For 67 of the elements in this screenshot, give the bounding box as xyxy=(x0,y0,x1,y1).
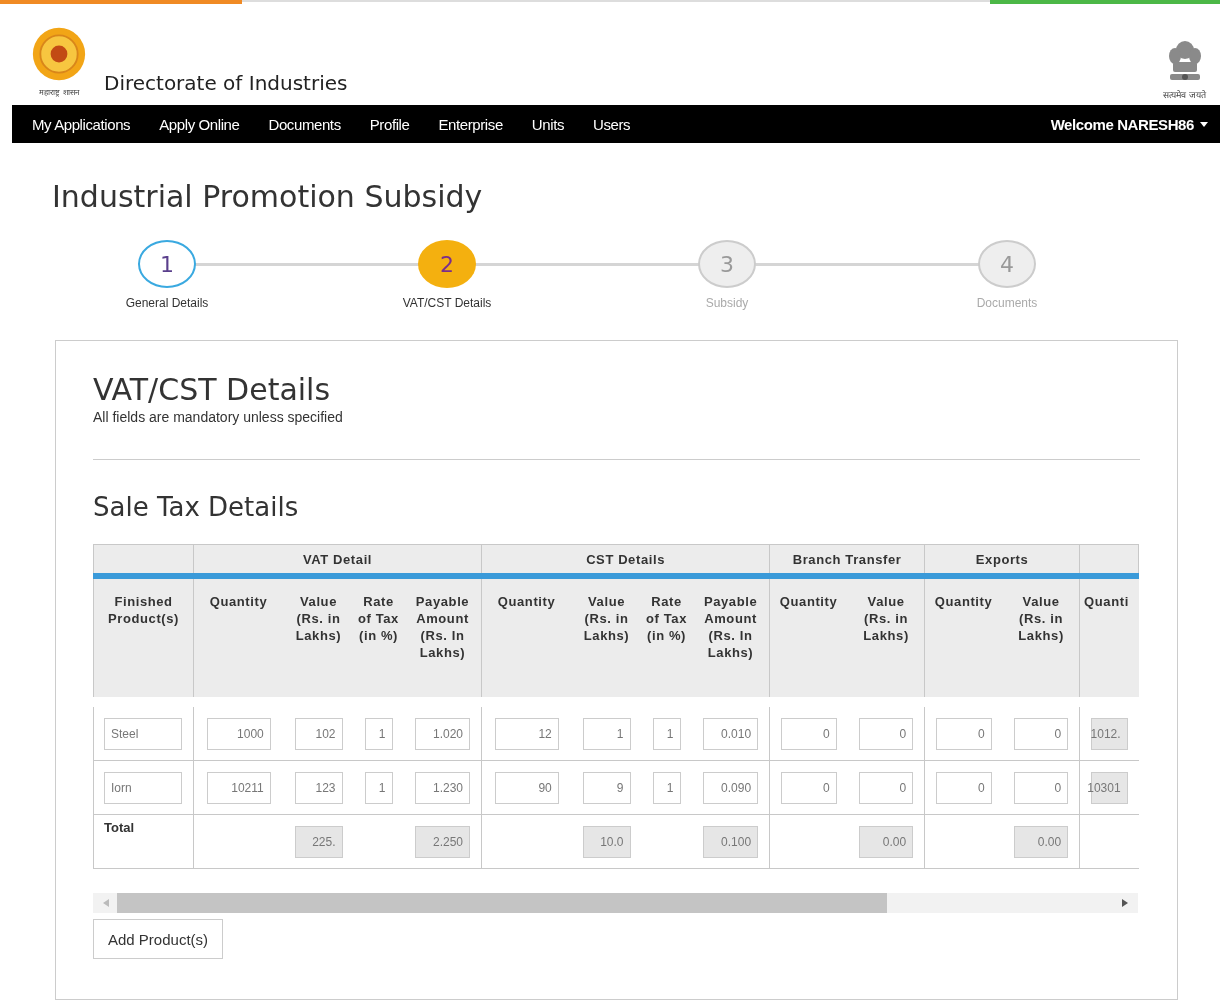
step-label: Documents xyxy=(976,296,1038,310)
nav-link[interactable]: Users xyxy=(593,115,631,133)
step-circle[interactable]: 2 xyxy=(418,240,476,288)
step-label: VAT/CST Details xyxy=(402,296,492,310)
input-field[interactable]: 0.010 xyxy=(702,717,759,750)
site-title: Directorate of Industries xyxy=(104,71,348,97)
readonly-field: 0.00 xyxy=(858,825,914,858)
step-circle[interactable]: 3 xyxy=(698,240,756,288)
input-field[interactable]: 9 xyxy=(582,771,631,804)
nav-link[interactable]: My Applications xyxy=(32,115,131,133)
nav-link[interactable]: Documents xyxy=(268,115,341,133)
input-field[interactable]: 1 xyxy=(364,717,393,750)
caret-icon xyxy=(1200,121,1208,127)
input-field[interactable]: 0.090 xyxy=(702,771,759,804)
input-field[interactable]: 102 xyxy=(294,717,343,750)
scroll-right-icon[interactable] xyxy=(1122,899,1128,907)
input-field[interactable]: 10211 xyxy=(206,771,271,804)
input-field[interactable]: 1.230 xyxy=(414,771,471,804)
input-field[interactable]: 0 xyxy=(936,771,992,804)
scrollbar-thumb[interactable] xyxy=(117,893,887,913)
nav-link[interactable]: Units xyxy=(531,115,564,133)
input-field[interactable]: Steel xyxy=(104,717,182,750)
readonly-field: 0.100 xyxy=(702,825,759,858)
readonly-field: 10.0 xyxy=(582,825,631,858)
input-field[interactable]: 1 xyxy=(652,771,681,804)
input-field[interactable]: 123 xyxy=(294,771,343,804)
state-caption: महाराष्ट्र शासन xyxy=(39,87,79,97)
group-header: Branch Transfer xyxy=(769,544,925,576)
input-field[interactable]: 0 xyxy=(781,771,837,804)
step-label: General Details xyxy=(125,296,209,310)
input-field[interactable]: Iorn xyxy=(104,771,182,804)
group-header: VAT Detail xyxy=(193,544,482,576)
nav-link[interactable]: Enterprise xyxy=(438,115,503,133)
step-label: Subsidy xyxy=(705,296,749,310)
readonly-field: 225. xyxy=(294,825,343,858)
input-field[interactable]: 0 xyxy=(858,717,914,750)
horizontal-scrollbar[interactable] xyxy=(93,893,1138,913)
page-title: Industrial Promotion Subsidy xyxy=(52,179,484,214)
scroll-left-icon[interactable] xyxy=(103,899,109,907)
table-title: Sale Tax Details xyxy=(93,492,300,522)
input-field[interactable]: 1 xyxy=(652,717,681,750)
nav-link[interactable]: Apply Online xyxy=(159,115,240,133)
readonly-field: 0.00 xyxy=(1013,825,1069,858)
readonly-field: 2.250 xyxy=(414,825,471,858)
total-label: Total xyxy=(104,820,135,835)
group-header: Exports xyxy=(924,544,1080,576)
group-header: CST Details xyxy=(481,544,770,576)
section-subtitle: All fields are mandatory unless specified xyxy=(93,409,344,425)
input-field[interactable]: 0 xyxy=(936,717,992,750)
input-field[interactable]: 12 xyxy=(494,717,559,750)
input-field[interactable]: 0 xyxy=(1013,771,1069,804)
step-circle[interactable]: 1 xyxy=(138,240,196,288)
readonly-field: 1012. xyxy=(1091,717,1128,750)
nav-link[interactable]: Profile xyxy=(369,115,410,133)
input-field[interactable]: 0 xyxy=(781,717,837,750)
input-field[interactable]: 0 xyxy=(858,771,914,804)
input-field[interactable]: 1.020 xyxy=(414,717,471,750)
input-field[interactable]: 0 xyxy=(1013,717,1069,750)
section-title: VAT/CST Details xyxy=(93,375,332,405)
step-circle[interactable]: 4 xyxy=(978,240,1036,288)
input-field[interactable]: 1000 xyxy=(206,717,271,750)
input-field[interactable]: 1 xyxy=(364,771,393,804)
emblem-caption: सत्यमेव जयते xyxy=(1163,89,1206,101)
input-field[interactable]: 1 xyxy=(582,717,631,750)
user-menu[interactable]: Welcome NARESH86 xyxy=(1050,115,1208,133)
add-product-button[interactable]: Add Product(s) xyxy=(93,919,224,959)
input-field[interactable]: 90 xyxy=(494,771,559,804)
